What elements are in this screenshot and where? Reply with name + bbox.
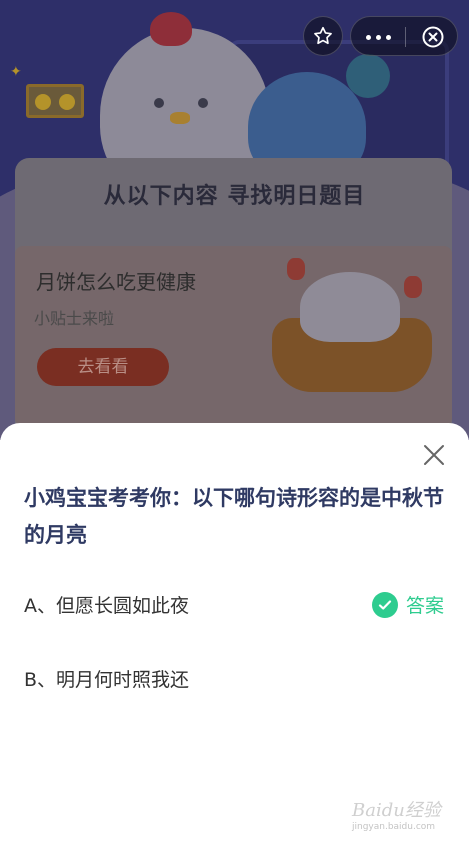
more-dots-icon: [365, 34, 371, 40]
sheet-close-button[interactable]: [420, 441, 448, 469]
promo-subtitle: 小贴士来啦: [34, 309, 115, 328]
more-button[interactable]: [351, 17, 405, 57]
star-outline-icon: [314, 26, 332, 45]
medal-icon: [35, 94, 51, 110]
mooncake-chick-illustration: [300, 272, 400, 342]
exit-button[interactable]: [406, 17, 459, 57]
question-text: 小鸡宝宝考考你：以下哪句诗形容的是中秋节的月亮: [24, 486, 444, 547]
answer-label: 答案: [405, 595, 444, 617]
find-title: 从以下内容 寻找明日题目: [103, 184, 366, 209]
chick-comb: [150, 12, 192, 46]
promo-go-button[interactable]: 去看看: [37, 348, 169, 386]
sparkle-icon: ✦: [10, 64, 22, 80]
mini-program-capsule: [350, 16, 458, 56]
promo-title: 月饼怎么吃更健康: [36, 270, 196, 294]
chick-eye: [198, 98, 208, 108]
medal-frame-illustration: [26, 84, 84, 118]
option-a-label: A、但愿长圆如此夜: [24, 594, 189, 617]
chick-eye: [154, 98, 164, 108]
watermark-url: jingyan.baidu.com: [352, 822, 436, 832]
medal-icon: [59, 94, 75, 110]
close-icon: [424, 445, 444, 465]
option-b[interactable]: B、明月何时照我还: [24, 658, 444, 698]
check-icon: [371, 591, 398, 618]
lantern-icon: [404, 276, 422, 298]
favorite-button[interactable]: [303, 16, 343, 56]
lantern-icon: [287, 258, 305, 280]
chick-beak: [170, 112, 190, 124]
baidu-jingyan-watermark: Baidu经验 jingyan.baidu.com: [352, 796, 452, 836]
circle-close-icon: [422, 26, 443, 48]
watermark-main: Baidu经验: [352, 800, 441, 821]
answer-tag: 答案: [371, 591, 444, 618]
option-b-label: B、明月何时照我还: [24, 668, 190, 691]
option-a[interactable]: A、但愿长圆如此夜 答案: [24, 584, 444, 624]
globe-illustration: [346, 54, 390, 98]
